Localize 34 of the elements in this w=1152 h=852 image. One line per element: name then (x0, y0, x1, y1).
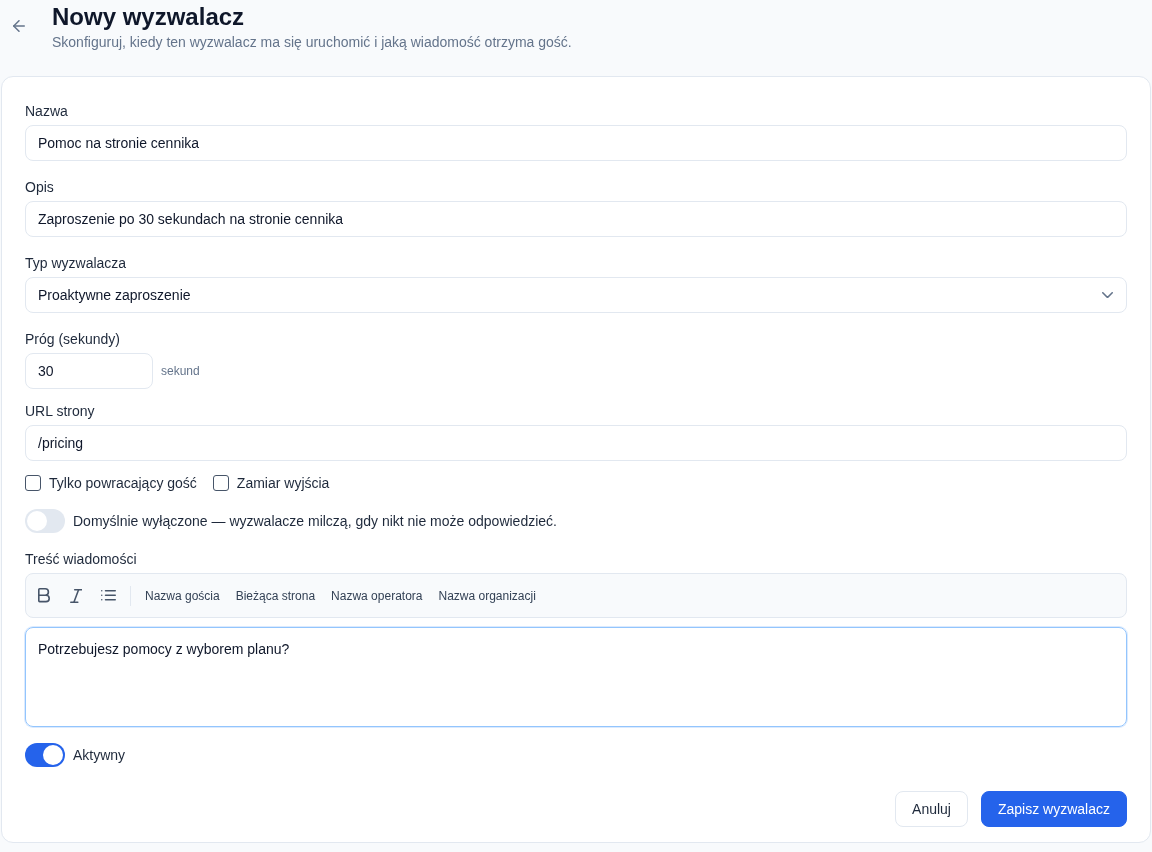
bold-icon (38, 588, 50, 603)
page-title: Nowy wyzwalacz (52, 3, 246, 31)
field-label: Typ wyzwalacza (25, 254, 127, 273)
message-editor[interactable]: Potrzebujesz pomocy z wyborem planu? (25, 627, 1127, 727)
variable-option[interactable]: Nazwa gościa (139, 583, 226, 608)
checkbox[interactable] (25, 475, 41, 491)
toggle-switch[interactable] (25, 509, 65, 533)
cancel-button[interactable]: Anuluj (895, 791, 968, 827)
chevron-down-icon (1102, 291, 1113, 299)
italic-icon (69, 588, 83, 603)
page-subtitle: Skonfiguruj, kiedy ten wyzwalacz ma się uruchomić i jaką wiadomość otrzyma gość. (52, 33, 572, 52)
variable-option[interactable]: Bieżąca strona (229, 583, 322, 608)
text-input[interactable]: Zaproszenie po 30 sekundach na stronie cennika (25, 201, 1127, 237)
toggle-label: Domyślnie wyłączone — wyzwalacze milczą, gdy nikt nie może odpowiedzieć. (73, 513, 557, 529)
checkbox-label: Zamiar wyjścia (236, 475, 330, 491)
field-label: Treść wiadomości (25, 550, 137, 569)
unit-label: sekund (161, 364, 200, 378)
checkbox[interactable] (212, 475, 229, 491)
field-label: URL strony (25, 402, 95, 421)
variable-option[interactable]: Nazwa operatora (325, 583, 429, 608)
select-field[interactable]: Proaktywne zaproszenie (25, 277, 1127, 313)
field-label: Próg (sekundy) (25, 330, 120, 349)
number-input[interactable]: 30 (25, 353, 153, 389)
field-label: Nazwa (25, 102, 68, 121)
back-button[interactable] (13, 20, 25, 32)
save-button[interactable]: Zapisz wyzwalacz (980, 791, 1127, 827)
field-label: Opis (25, 178, 54, 197)
list-icon (100, 590, 116, 601)
toggle-label: Aktywny (73, 747, 126, 763)
variable-option[interactable]: Nazwa organizacji (432, 583, 542, 608)
text-input[interactable]: /pricing (25, 425, 1127, 461)
checkbox-label: Tylko powracający gość (49, 475, 197, 491)
toggle-switch[interactable] (25, 743, 65, 767)
text-input[interactable]: Pomoc na stronie cennika (25, 125, 1127, 161)
